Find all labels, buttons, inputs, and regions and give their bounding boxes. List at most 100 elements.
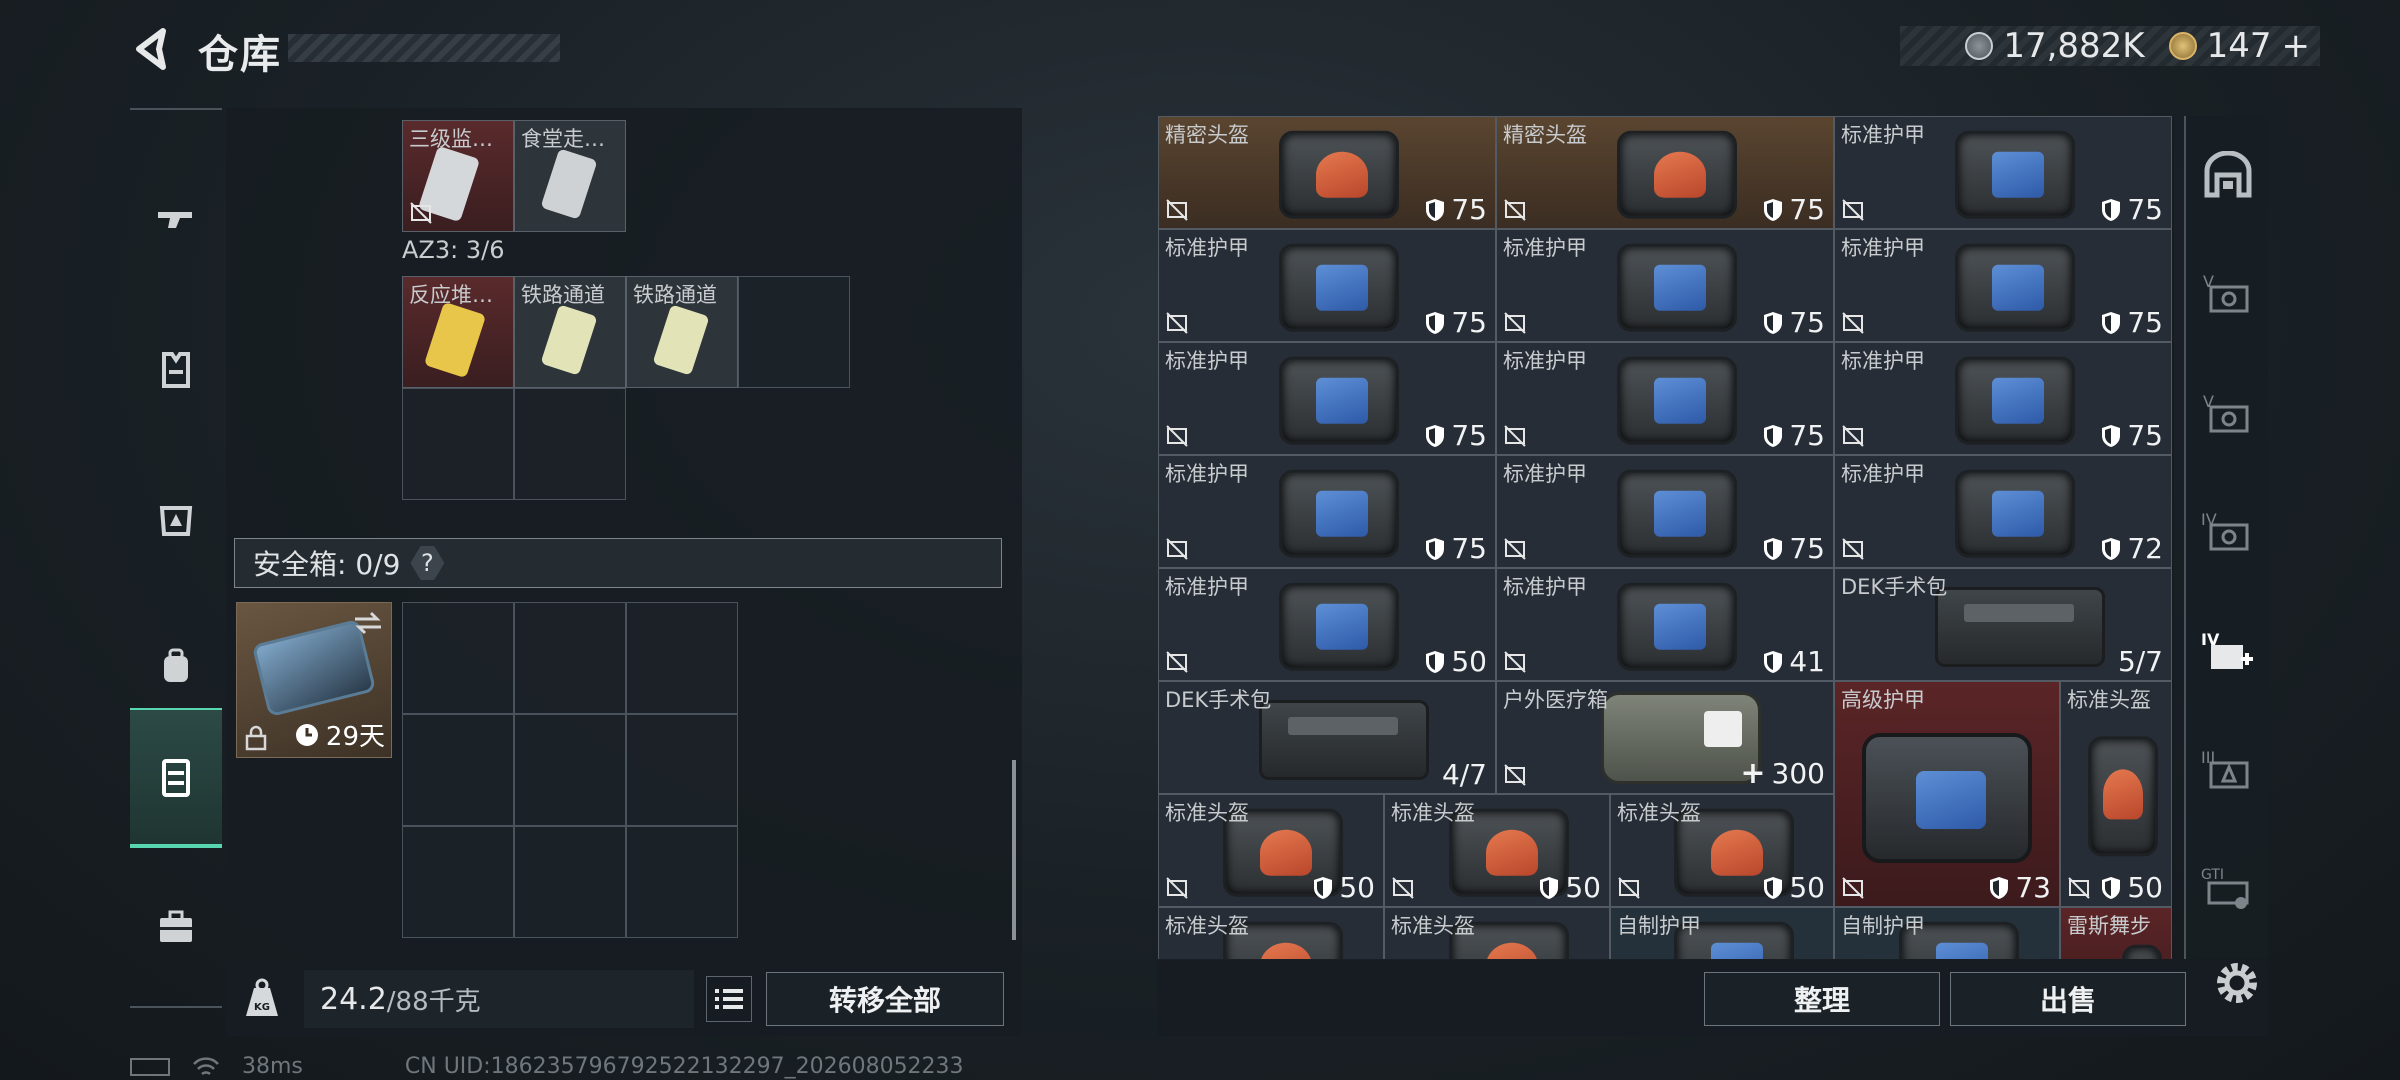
key-card[interactable]: 铁路通道: [626, 276, 738, 388]
inventory-item[interactable]: DEK手术包 4/7: [1158, 681, 1496, 794]
inventory-item[interactable]: 标准护甲 41: [1496, 568, 1834, 681]
list-icon: [715, 989, 743, 1009]
inventory-item[interactable]: 标准护甲 75: [1158, 229, 1496, 342]
inventory-item[interactable]: 精密头盔 75: [1158, 116, 1496, 229]
empty-slot[interactable]: [402, 388, 514, 500]
empty-slot[interactable]: [514, 388, 626, 500]
inventory-item[interactable]: 自制护甲: [1834, 907, 2060, 959]
empty-slot[interactable]: [738, 276, 850, 388]
safe-slot[interactable]: [402, 826, 514, 938]
no-insurance-icon: [1166, 877, 1188, 899]
scrollbar[interactable]: [1012, 760, 1016, 940]
gold-currency[interactable]: 147 +: [2168, 26, 2311, 66]
item-name: 标准头盔: [2067, 688, 2151, 712]
safe-slot[interactable]: [514, 826, 626, 938]
item-durability: 75: [2101, 193, 2163, 226]
durability-value: 4/7: [1441, 758, 1487, 791]
inventory-item[interactable]: 户外医疗箱 +300: [1496, 681, 1834, 794]
weight-icon[interactable]: KG: [244, 978, 280, 1018]
durability-shield-icon: [2102, 424, 2121, 447]
inventory-item[interactable]: 自制护甲: [1610, 907, 1834, 959]
inventory-item[interactable]: 高级护甲 73: [1834, 681, 2060, 907]
item-durability: 75: [1763, 193, 1825, 226]
inventory-item[interactable]: 标准护甲 75: [1834, 116, 2172, 229]
inventory-item[interactable]: 标准头盔: [1158, 907, 1384, 959]
inventory-item[interactable]: 精密头盔 75: [1496, 116, 1834, 229]
durability-shield-icon: [2102, 311, 2121, 334]
tab-vault-v-1[interactable]: V: [2192, 254, 2264, 334]
inventory-item[interactable]: 标准头盔 50: [2060, 681, 2172, 907]
durability-value: 75: [2127, 419, 2163, 452]
tab-vault-v-2[interactable]: V: [2192, 374, 2264, 454]
item-name: 标准护甲: [1165, 236, 1249, 260]
inventory-item[interactable]: DEK手术包 5/7: [1834, 568, 2172, 681]
safe-slot[interactable]: [402, 602, 514, 714]
durability-value: 50: [2127, 871, 2163, 904]
organize-button[interactable]: 整理: [1704, 972, 1940, 1026]
nav-safe-box[interactable]: [130, 708, 222, 848]
safe-slot[interactable]: [626, 714, 738, 826]
armor-icon: [162, 352, 190, 388]
add-gold-button[interactable]: +: [2282, 26, 2311, 66]
surgery-kit-image: [1935, 586, 2105, 667]
settings-gear-icon[interactable]: [2210, 956, 2264, 1010]
tab-gti[interactable]: GTI: [2192, 848, 2264, 928]
nav-weapon[interactable]: [130, 150, 222, 290]
tab-medical[interactable]: IV: [2192, 612, 2264, 692]
item-durability: 5/7: [2118, 645, 2163, 678]
inventory-item[interactable]: 标准头盔 50: [1158, 794, 1384, 907]
inventory-item[interactable]: 标准头盔: [1384, 907, 1610, 959]
back-button[interactable]: [128, 22, 174, 76]
nav-briefcase[interactable]: [130, 856, 222, 996]
inventory-item[interactable]: 标准护甲 75: [1834, 229, 2172, 342]
key-card[interactable]: 铁路通道: [514, 276, 626, 388]
inventory-item[interactable]: 标准护甲 75: [1496, 229, 1834, 342]
inventory-item[interactable]: 标准护甲 75: [1496, 455, 1834, 568]
inventory-item[interactable]: 标准护甲 75: [1834, 342, 2172, 455]
safe-slot[interactable]: [514, 602, 626, 714]
no-insurance-icon: [1842, 538, 1864, 560]
inventory-item[interactable]: 标准护甲 75: [1158, 342, 1496, 455]
inventory-item[interactable]: 雷斯舞步: [2060, 907, 2172, 959]
key-card[interactable]: 食堂走廊间: [514, 120, 626, 232]
svg-text:GTI: GTI: [2201, 867, 2224, 883]
tab-vault-iv-1[interactable]: IV: [2192, 492, 2264, 572]
inventory-item[interactable]: 标准护甲 50: [1158, 568, 1496, 681]
transfer-all-button[interactable]: 转移全部: [766, 972, 1004, 1026]
tab-all[interactable]: [2192, 136, 2264, 216]
no-insurance-icon: [1504, 199, 1526, 221]
key-card[interactable]: 反应堆总…: [402, 276, 514, 388]
no-insurance-icon: [1166, 425, 1188, 447]
safe-slot[interactable]: [402, 714, 514, 826]
durability-value: 50: [1789, 871, 1825, 904]
inventory-item[interactable]: 标准头盔 50: [1610, 794, 1834, 907]
durability-shield-icon: [1764, 311, 1783, 334]
armor-vest-image: [1279, 469, 1399, 558]
back-arrow-icon: [136, 28, 166, 70]
no-insurance-icon: [1842, 312, 1864, 334]
sell-button[interactable]: 出售: [1950, 972, 2186, 1026]
item-name: 标准护甲: [1503, 575, 1587, 599]
inventory-item[interactable]: 标准护甲 72: [1834, 455, 2172, 568]
nav-chest-rig[interactable]: [130, 448, 222, 588]
item-durability: 41: [1763, 645, 1825, 678]
key-card[interactable]: 三级监狱…: [402, 120, 514, 232]
item-name: DEK手术包: [1841, 575, 1948, 599]
item-durability: 75: [2101, 306, 2163, 339]
swap-icon[interactable]: [353, 611, 383, 635]
list-view-button[interactable]: [706, 976, 752, 1022]
safe-slot[interactable]: [626, 602, 738, 714]
help-button[interactable]: ?: [410, 546, 445, 580]
safe-slot[interactable]: [514, 714, 626, 826]
item-name: 标准护甲: [1503, 349, 1587, 373]
inventory-item[interactable]: 标准护甲 75: [1158, 455, 1496, 568]
inventory-item[interactable]: 标准头盔 50: [1384, 794, 1610, 907]
nav-armor[interactable]: [130, 300, 222, 440]
safe-slot[interactable]: [626, 826, 738, 938]
briefcase-icon: [160, 910, 192, 942]
item-name: 标准护甲: [1165, 349, 1249, 373]
item-durability: 75: [1425, 193, 1487, 226]
inventory-item[interactable]: 标准护甲 75: [1496, 342, 1834, 455]
tab-vault-iii[interactable]: III: [2192, 730, 2264, 810]
safe-box-item[interactable]: 29天: [236, 602, 392, 758]
